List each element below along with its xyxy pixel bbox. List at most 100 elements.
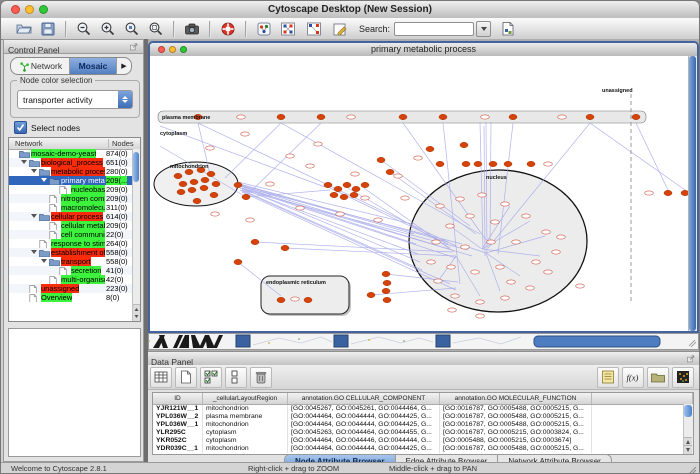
tree-row-label: nucleobase- [71, 185, 105, 194]
notes-icon[interactable] [597, 367, 619, 388]
tree-row[interactable]: unassigned223(0) [9, 284, 133, 293]
disclosure-triangle-icon[interactable] [31, 169, 37, 173]
table-column-header[interactable]: ID [153, 393, 203, 404]
help-ring-icon[interactable] [219, 20, 237, 38]
search-dropdown-button[interactable] [476, 21, 491, 37]
resize-grip-icon[interactable] [687, 465, 697, 474]
canvas-vscrollbar[interactable] [688, 56, 697, 331]
tree-row[interactable]: metabolic process280(0) [9, 167, 133, 176]
tree-row-node-count: 614(0) [106, 212, 128, 221]
unselect-attributes-icon[interactable] [225, 367, 247, 388]
network-view-window[interactable]: primary metabolic process plasma membran… [148, 41, 699, 333]
table-row[interactable]: YDR039C__1mitochondrion[GO:0044464, GO:0… [153, 445, 693, 453]
float-panel-icon[interactable] [686, 353, 697, 364]
delete-attribute-icon[interactable] [250, 367, 272, 388]
tree-row[interactable]: secretion41(0) [9, 266, 133, 275]
tab-overflow-button[interactable]: ▶ [117, 58, 131, 74]
annotation-icon[interactable] [331, 20, 349, 38]
tree-row[interactable]: cellular process614(0) [9, 212, 133, 221]
tab-mosaic[interactable]: Mosaic [70, 58, 117, 74]
tree-scrollbar-buttons[interactable] [133, 304, 140, 321]
tree-scrollbar[interactable] [132, 149, 140, 321]
zoom-out-icon[interactable] [75, 20, 93, 38]
disclosure-triangle-icon[interactable] [31, 250, 37, 254]
tree-row-node-count: 209(0) [106, 185, 128, 194]
tree-row[interactable]: primary metabo209(... [9, 176, 133, 185]
tab-network[interactable]: Network [11, 58, 70, 74]
search-settings-icon[interactable] [499, 20, 517, 38]
snapshot-icon[interactable] [183, 20, 201, 38]
table-row[interactable]: YPL036W__1mitochondrion[GO:0044464, GO:0… [153, 421, 693, 429]
zoom-in-icon[interactable] [99, 20, 117, 38]
table-cell: mitochondrion [203, 421, 288, 429]
formula-icon[interactable]: f(x) [622, 367, 644, 388]
tree-row[interactable]: macromolecule311(0) [9, 203, 133, 212]
tab-mosaic-label: Mosaic [79, 61, 108, 71]
tab-node-attribute-browser[interactable]: Node Attribute Browser [285, 455, 396, 462]
vizmapper-icon[interactable] [255, 20, 273, 38]
attribute-matrix-icon[interactable] [672, 367, 694, 388]
tab-network-attribute-browser[interactable]: Network Attribute Browser [498, 455, 610, 462]
tree-row[interactable]: establishment of lo558(0) [9, 248, 133, 257]
import-attributes-icon[interactable] [647, 367, 669, 388]
table-column-header[interactable]: annotation.GO CELLULAR_COMPONENT [288, 393, 440, 404]
table-row[interactable]: YPL036W__2plasma membrane[GO:0044464, GO… [153, 413, 693, 421]
svg-text:plasma membrane: plasma membrane [162, 115, 210, 121]
table-column-header[interactable]: _cellularLayoutRegion [203, 393, 288, 404]
disclosure-triangle-icon[interactable] [21, 160, 27, 164]
folder-icon [49, 258, 60, 266]
table-cell: [GO:0005488, GO:0005215, GO:0003674] [440, 437, 592, 445]
zoom-selected-icon[interactable] [123, 20, 141, 38]
tree-scrollbar-thumb[interactable] [133, 152, 139, 182]
network-canvas[interactable]: plasma membranecytoplasmmitochondrionnuc… [150, 56, 689, 331]
attribute-table-icon[interactable] [150, 367, 172, 388]
table-scroll-down-icon[interactable] [684, 445, 692, 454]
disclosure-triangle-icon[interactable] [31, 214, 37, 218]
tab-edge-attribute-browser[interactable]: Edge Attribute Browser [396, 455, 499, 462]
tree-row[interactable]: transport558(0) [9, 257, 133, 266]
disclosure-triangle-icon[interactable] [41, 178, 47, 182]
app-titlebar[interactable]: Cytoscape Desktop (New Session) [1, 1, 699, 19]
save-session-icon[interactable] [39, 20, 57, 38]
tree-row-node-count: 209(0) [106, 221, 128, 230]
tree-row[interactable]: multi-organism pro42(0) [9, 275, 133, 284]
node-color-selection-group: Node color selection transporter activit… [10, 80, 140, 118]
tree-row[interactable]: nucleobase-209(0) [9, 185, 133, 194]
search-input[interactable] [394, 22, 474, 36]
birdseye-view[interactable] [8, 328, 141, 457]
disclosure-triangle-icon[interactable] [41, 259, 47, 263]
tree-row[interactable]: response to stimulu264(0) [9, 239, 133, 248]
document-icon [49, 195, 57, 203]
tree-row-label: cellular metabo [61, 221, 105, 230]
node-color-combo[interactable]: transporter activity [17, 90, 133, 109]
attribute-table[interactable]: ID_cellularLayoutRegionannotation.GO CEL… [152, 392, 694, 455]
network-modify-icon[interactable] [305, 20, 323, 38]
table-row[interactable]: YJR121W__1mitochondrion[GO:0045267, GO:0… [153, 405, 693, 413]
network-import-icon[interactable] [279, 20, 297, 38]
tree-row[interactable]: biological_process651(0) [9, 158, 133, 167]
select-nodes-checkbox[interactable] [14, 121, 27, 134]
tree-row[interactable]: cellular metabo209(0) [9, 221, 133, 230]
table-row[interactable]: YKR052Ccytoplasm[GO:0044464, GO:0044446,… [153, 437, 693, 445]
table-column-header[interactable]: annotation.GO MOLECULAR_FUNCTION [440, 393, 592, 404]
tree-row[interactable]: cell communicat22(0) [9, 230, 133, 239]
network-window-titlebar[interactable]: primary metabolic process [150, 43, 697, 57]
tree-row-label: unassigned [41, 284, 79, 293]
status-zoom-hint: Right-click + drag to ZOOM [248, 464, 339, 473]
select-attributes-icon[interactable] [200, 367, 222, 388]
zoom-fit-icon[interactable] [147, 20, 165, 38]
canvas-vscrollbar-thumb[interactable] [689, 56, 696, 331]
tree-row[interactable]: nitrogen compo209(0) [9, 194, 133, 203]
table-scrollbar[interactable] [683, 404, 693, 454]
table-row[interactable]: YLR295Ccytoplasm[GO:0045263, GO:0044464,… [153, 429, 693, 437]
table-scrollbar-thumb[interactable] [684, 405, 692, 417]
attribute-table-header[interactable]: ID_cellularLayoutRegionannotation.GO CEL… [153, 393, 693, 405]
combo-stepper-icon[interactable] [118, 91, 132, 108]
tree-row[interactable]: mosaic-demo-yeast874(0) [9, 149, 133, 158]
tree-row[interactable]: Overview8(0) [9, 293, 133, 302]
new-attribute-icon[interactable] [175, 367, 197, 388]
toolbar-separator [65, 21, 67, 37]
table-cell: [GO:0044464, GO:0044444, GO:0044425, G..… [288, 421, 440, 429]
float-panel-icon[interactable] [129, 41, 140, 52]
open-file-icon[interactable] [15, 20, 33, 38]
